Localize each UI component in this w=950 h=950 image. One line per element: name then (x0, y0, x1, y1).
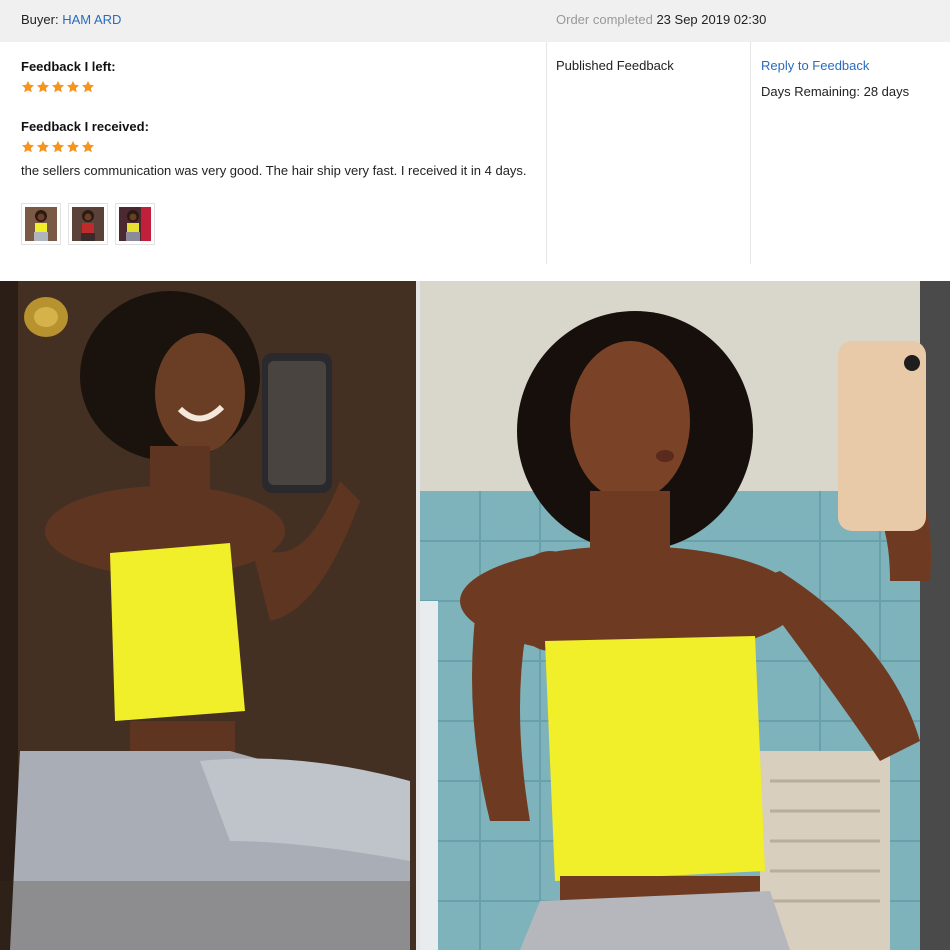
buyer-label: Buyer: (21, 12, 59, 27)
feedback-thumbnail[interactable] (115, 203, 155, 245)
feedback-thumbnail[interactable] (21, 203, 61, 245)
feedback-left-rating (21, 80, 95, 94)
days-remaining: Days Remaining: 28 days (761, 84, 910, 99)
star-icon (21, 80, 35, 93)
star-icon (36, 140, 50, 153)
star-icon (66, 80, 80, 93)
column-divider (546, 42, 547, 264)
star-icon (51, 140, 65, 153)
star-icon (36, 80, 50, 93)
star-icon (81, 140, 95, 153)
column-divider (750, 42, 751, 264)
buyer-info: Buyer: HAM ARD (21, 12, 121, 27)
feedback-thumbnails (21, 203, 155, 245)
published-feedback-status: Published Feedback (556, 58, 674, 73)
order-header-bar: Buyer: HAM ARD Order completed 23 Sep 20… (0, 0, 950, 42)
feedback-comment: the sellers communication was very good.… (21, 163, 527, 178)
customer-photo-2[interactable] (420, 281, 950, 950)
star-icon (66, 140, 80, 153)
order-status: Order completed 23 Sep 2019 02:30 (556, 12, 766, 27)
star-icon (51, 80, 65, 93)
order-status-label: Order completed (556, 12, 653, 27)
star-icon (21, 140, 35, 153)
feedback-received-heading: Feedback I received: (21, 119, 149, 134)
reply-to-feedback-link[interactable]: Reply to Feedback (761, 58, 869, 73)
feedback-thumbnail[interactable] (68, 203, 108, 245)
feedback-left-heading: Feedback I left: (21, 59, 116, 74)
order-date: 23 Sep 2019 02:30 (656, 12, 767, 27)
buyer-name-link[interactable]: HAM ARD (62, 12, 121, 27)
customer-photo-1[interactable] (0, 281, 416, 950)
star-icon (81, 80, 95, 93)
feedback-received-rating (21, 140, 95, 154)
